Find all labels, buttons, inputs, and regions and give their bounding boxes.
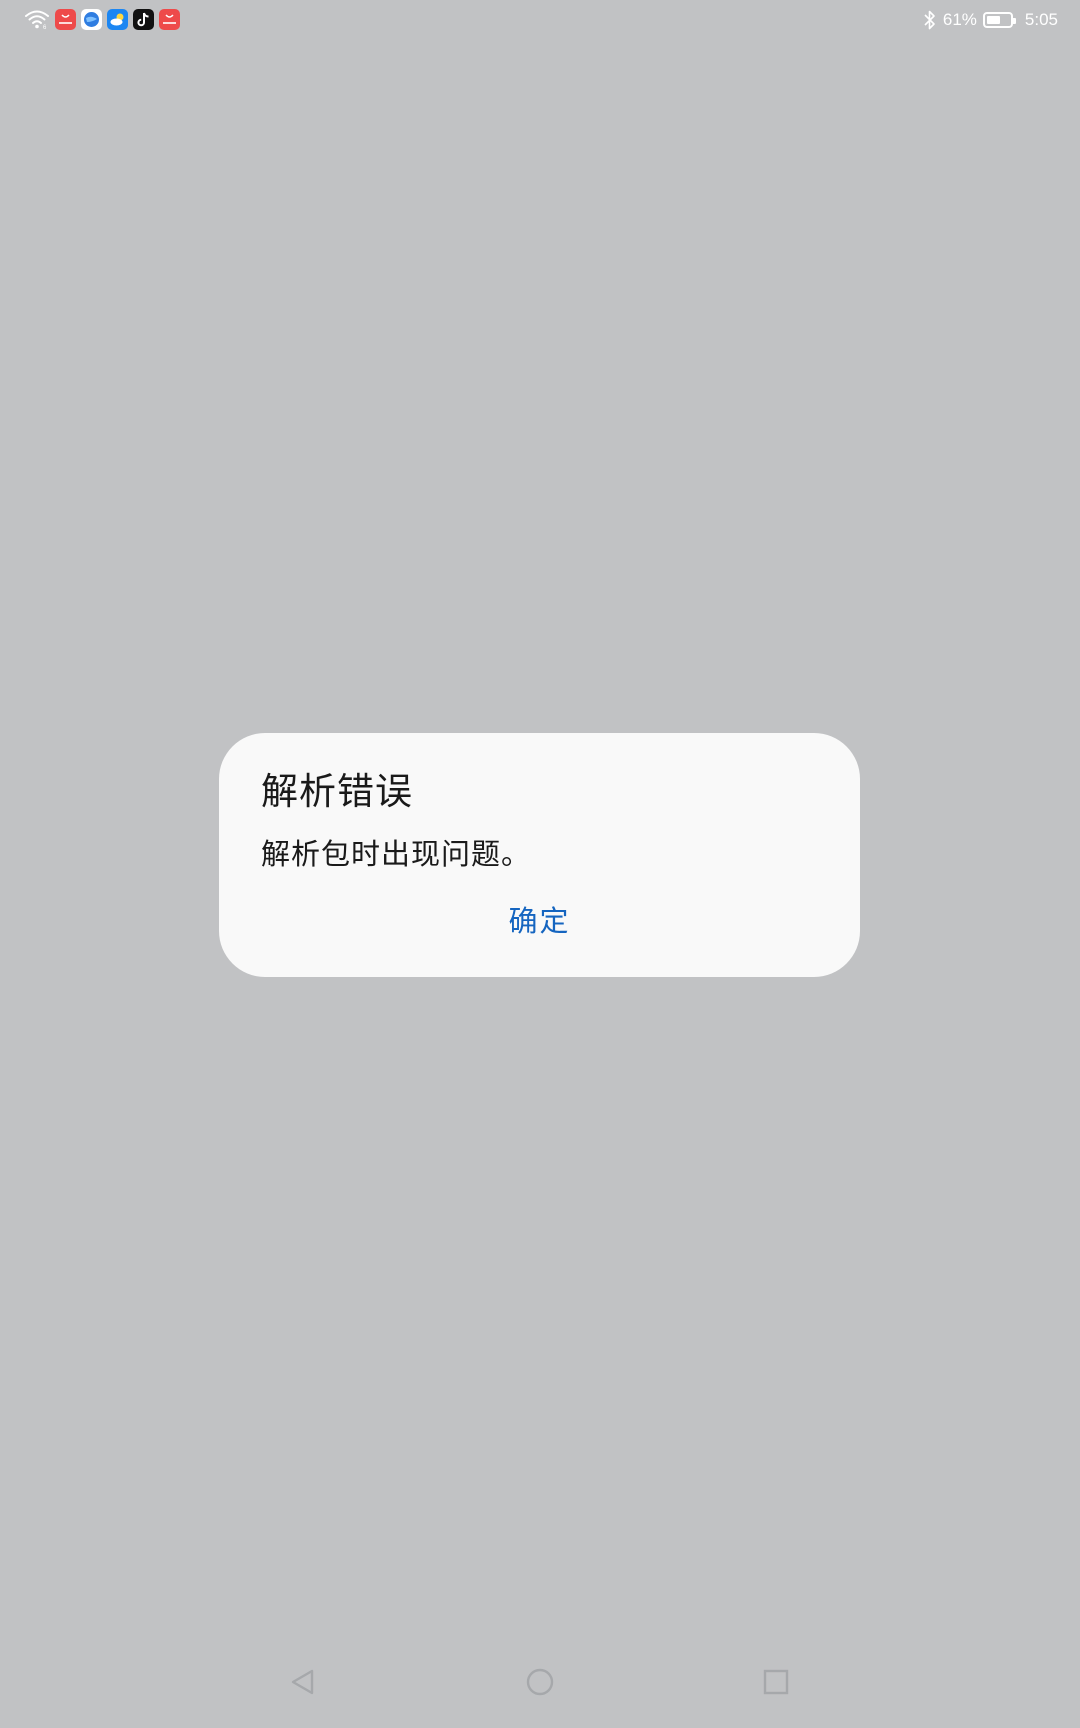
recents-icon[interactable] <box>756 1662 796 1702</box>
weather-icon <box>107 8 128 30</box>
battery-tip <box>1012 18 1016 24</box>
back-icon[interactable] <box>283 1662 323 1702</box>
battery-level <box>986 16 1000 24</box>
browser-icon <box>81 8 102 30</box>
dialog-title: 解析错误 <box>261 770 413 813</box>
huawei-appgallery-icon <box>159 8 180 30</box>
home-icon[interactable] <box>520 1662 560 1702</box>
error-dialog: 解析错误 解析包时出现问题。 确定 <box>219 733 860 977</box>
svg-text:6: 6 <box>43 25 47 30</box>
bluetooth-icon <box>923 9 937 31</box>
status-bar: 6 61% 5:05 <box>0 0 1080 40</box>
notification-area: 6 <box>24 8 180 31</box>
confirm-button[interactable]: 确定 <box>219 893 860 949</box>
huawei-appgallery-icon <box>55 8 76 30</box>
battery-percent: 61% <box>942 10 977 29</box>
system-status: 61% 5:05 <box>923 8 1058 32</box>
wifi-icon: 6 <box>24 8 50 31</box>
battery-icon <box>982 12 1016 28</box>
clock: 5:05 <box>1024 10 1058 29</box>
navigation-bar <box>0 1628 1080 1728</box>
tiktok-icon <box>133 8 154 30</box>
dialog-message: 解析包时出现问题。 <box>261 837 532 871</box>
